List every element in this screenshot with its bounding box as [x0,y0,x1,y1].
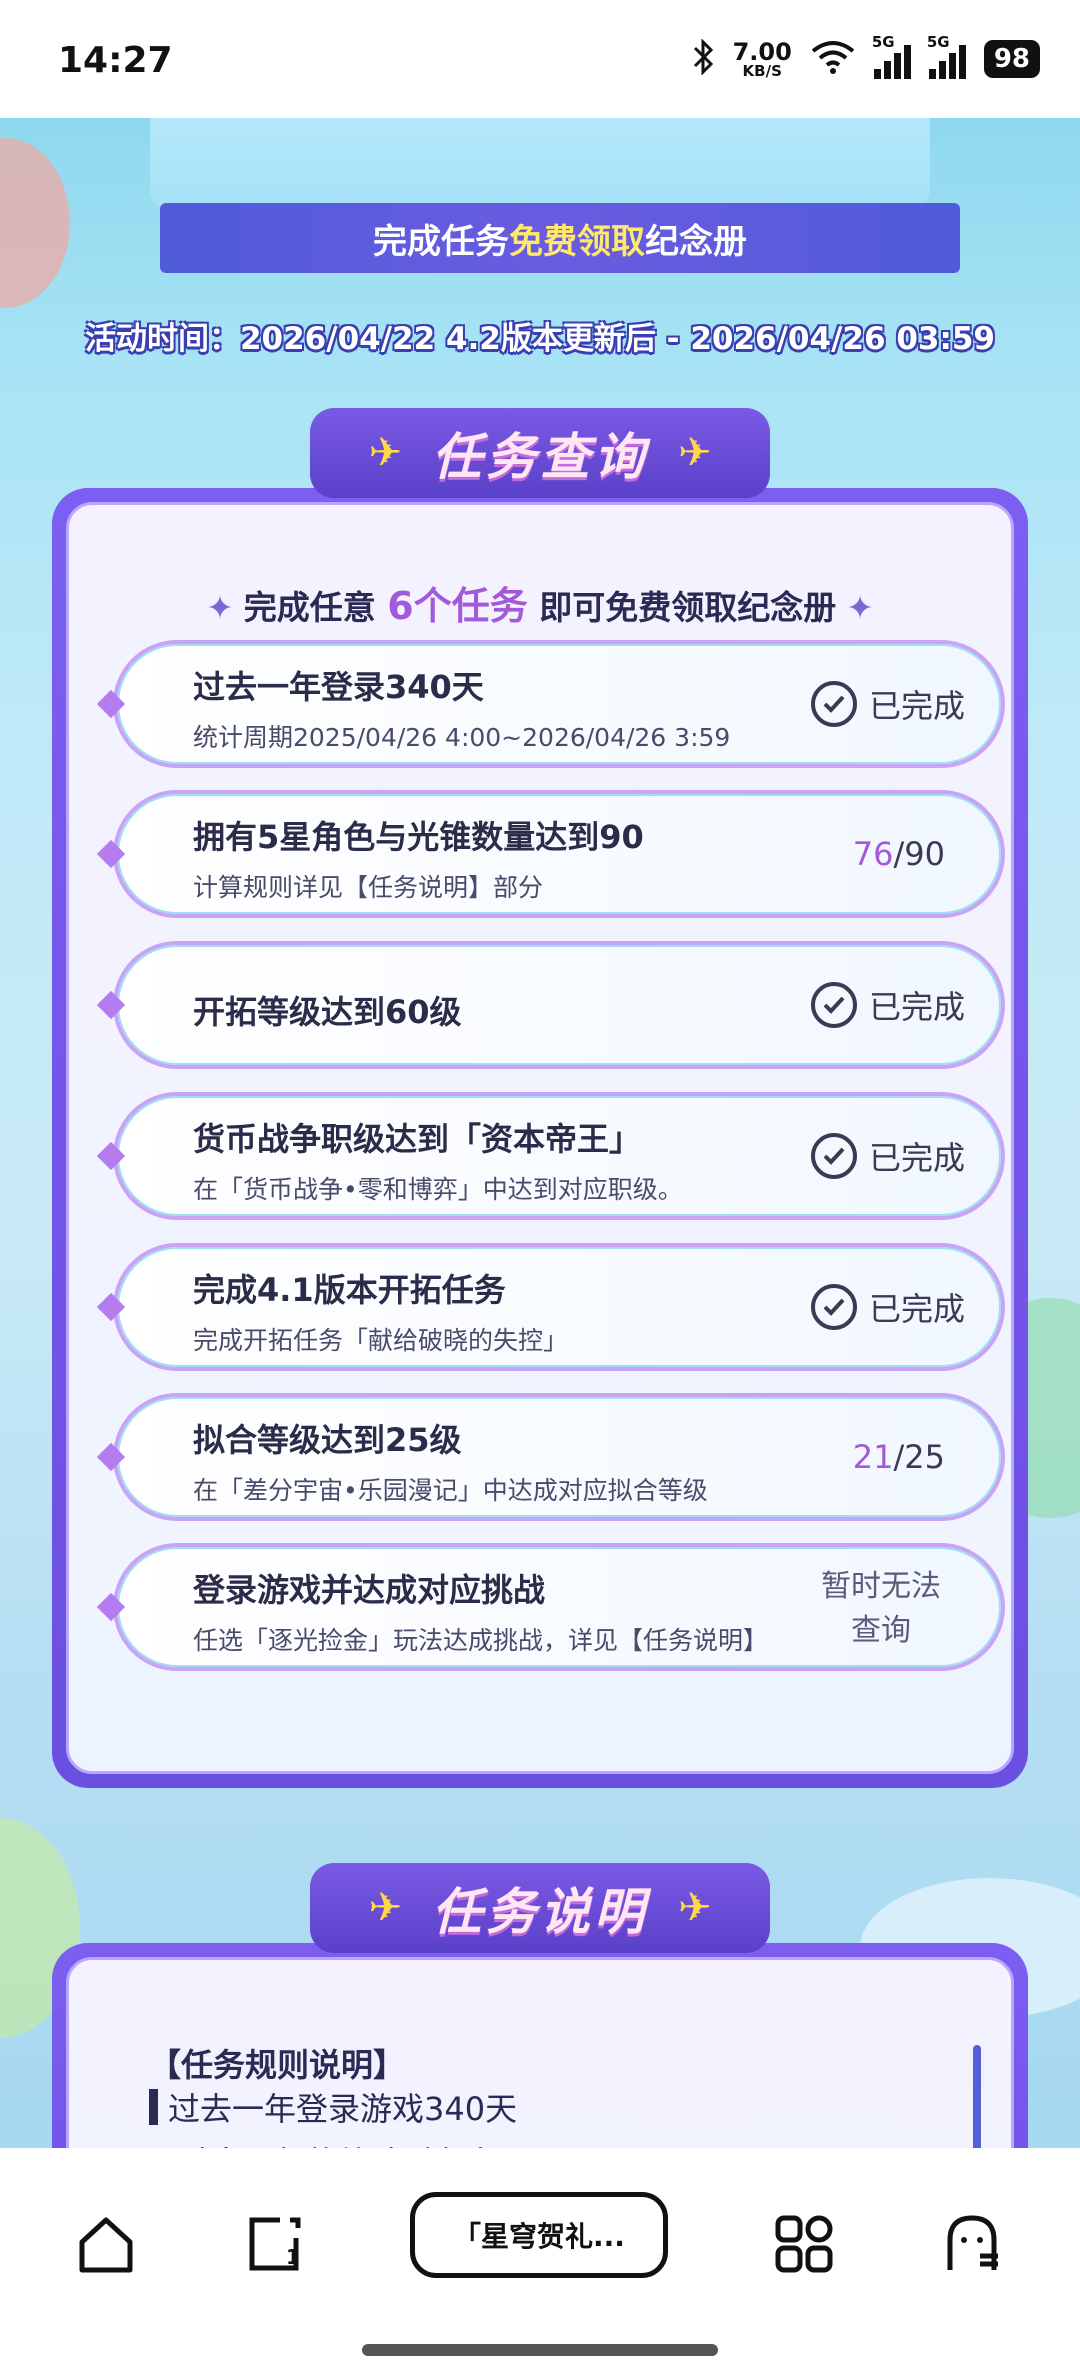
status-time: 14:27 [58,40,173,81]
banner-subtitle: 完成任务 免费领取 纪念册 [160,203,960,273]
plane-icon: ✈ [368,1885,402,1931]
balloon-decoration [0,138,70,308]
task-progress: 21/25 [852,1438,945,1476]
sparkle-icon [96,1141,126,1171]
task-item[interactable]: 完成4.1版本开拓任务 完成开拓任务「献给破晓的失控」 已完成 [96,1243,1005,1371]
task-item[interactable]: 货币战争职级达到「资本帝王」 在「货币战争•零和博弈」中达到对应职级。 已完成 [96,1092,1005,1220]
check-circle-icon [810,1284,857,1330]
status-bar: 14:27 7.00 KB/S 5G 5G 98 [0,0,1080,118]
sparkle-icon [96,990,126,1020]
wifi-icon [810,39,856,79]
task-desc-inner[interactable]: 【任务规则说明】 过去一年登录游戏340天 • 过去一年的统计时段为：2025/… [66,1957,1014,2148]
section-header-task-query: ✈ 任务查询 ✈ [310,408,770,498]
task-status: 暂时无法查询 [821,1569,941,1648]
rules-title: 【任务规则说明】 [149,2046,406,2084]
check-circle-icon [810,1133,857,1179]
sparkle-icon [96,1292,126,1322]
task-item[interactable]: 拟合等级达到25级 在「差分宇宙•乐园漫记」中达成对应拟合等级 21/25 [96,1393,1005,1521]
home-indicator[interactable] [362,2344,718,2356]
check-circle-icon [810,982,857,1028]
task-status: 已完成 [810,644,965,764]
task-item[interactable]: 登录游戏并达成对应挑战 任选「逐光捡金」玩法达成挑战，详见【任务说明】 暂时无法… [96,1543,1005,1671]
task-query-panel: ✦ 完成任意 6个任务 即可免费领取纪念册 ✦ 过去一年登录340天 统计周期202… [52,488,1028,1788]
sparkle-icon [96,1592,126,1622]
task-status: 已完成 [810,1096,965,1216]
plane-icon: ✈ [678,1885,712,1931]
status-icons: 7.00 KB/S 5G 5G 98 [693,33,1040,84]
plane-icon: ✈ [368,430,402,476]
tab-switch-icon[interactable]: 1 [234,2204,314,2284]
sparkle-icon [96,1442,126,1472]
home-icon[interactable] [66,2204,146,2284]
apps-icon[interactable] [764,2204,844,2284]
bullet-bar [149,2089,158,2125]
task-item[interactable]: 拥有5星角色与光锥数量达到90 计算规则详见【任务说明】部分 76/90 [96,790,1005,918]
sparkle-icon [96,839,126,869]
check-circle-icon [810,681,857,727]
sparkle-icon [96,689,126,719]
battery-indicator: 98 [983,40,1040,78]
rules-detail: • 过去一年的统计时段为：2025/04/26 04:00 [149,2138,817,2148]
banner-title-art [150,118,930,210]
scrollbar[interactable] [973,2045,981,2148]
task-desc-panel: 【任务规则说明】 过去一年登录游戏340天 • 过去一年的统计时段为：2025/… [52,1943,1028,2148]
ghost-icon[interactable] [932,2204,1012,2284]
task-status: 已完成 [810,945,965,1065]
net-speed: 7.00 KB/S [732,37,792,80]
task-status: 已完成 [810,1247,965,1367]
signal-icon: 5G [927,33,966,79]
task-progress: 76/90 [852,835,945,873]
task-query-inner: ✦ 完成任意 6个任务 即可免费领取纪念册 ✦ 过去一年登录340天 统计周期202… [66,502,1014,1774]
signal-icon: 5G [872,33,911,79]
bottom-nav: 1 「星穹贺礼... [0,2148,1080,2375]
task-item[interactable]: 过去一年登录340天 统计周期2025/04/26 4:00~2026/04/2… [96,640,1005,768]
activity-time: 活动时间：2026/04/22 4.2版本更新后 - 2026/04/26 03… [84,321,996,357]
section-header-task-desc: ✈ 任务说明 ✈ [310,1863,770,1953]
plane-icon: ✈ [678,430,712,476]
web-content[interactable]: 完成任务 免费领取 纪念册 活动时间：2026/04/22 4.2版本更新后 - 2… [0,118,1080,2148]
rules-item: 过去一年登录游戏340天 [149,2084,517,2130]
task-item[interactable]: 开拓等级达到60级 已完成 [96,941,1005,1069]
svg-text:1: 1 [286,2245,300,2269]
task-intro: ✦ 完成任意 6个任务 即可免费领取纪念册 ✦ [206,584,874,628]
bluetooth-icon [693,38,715,79]
current-tab-button[interactable]: 「星穹贺礼... [410,2192,668,2278]
